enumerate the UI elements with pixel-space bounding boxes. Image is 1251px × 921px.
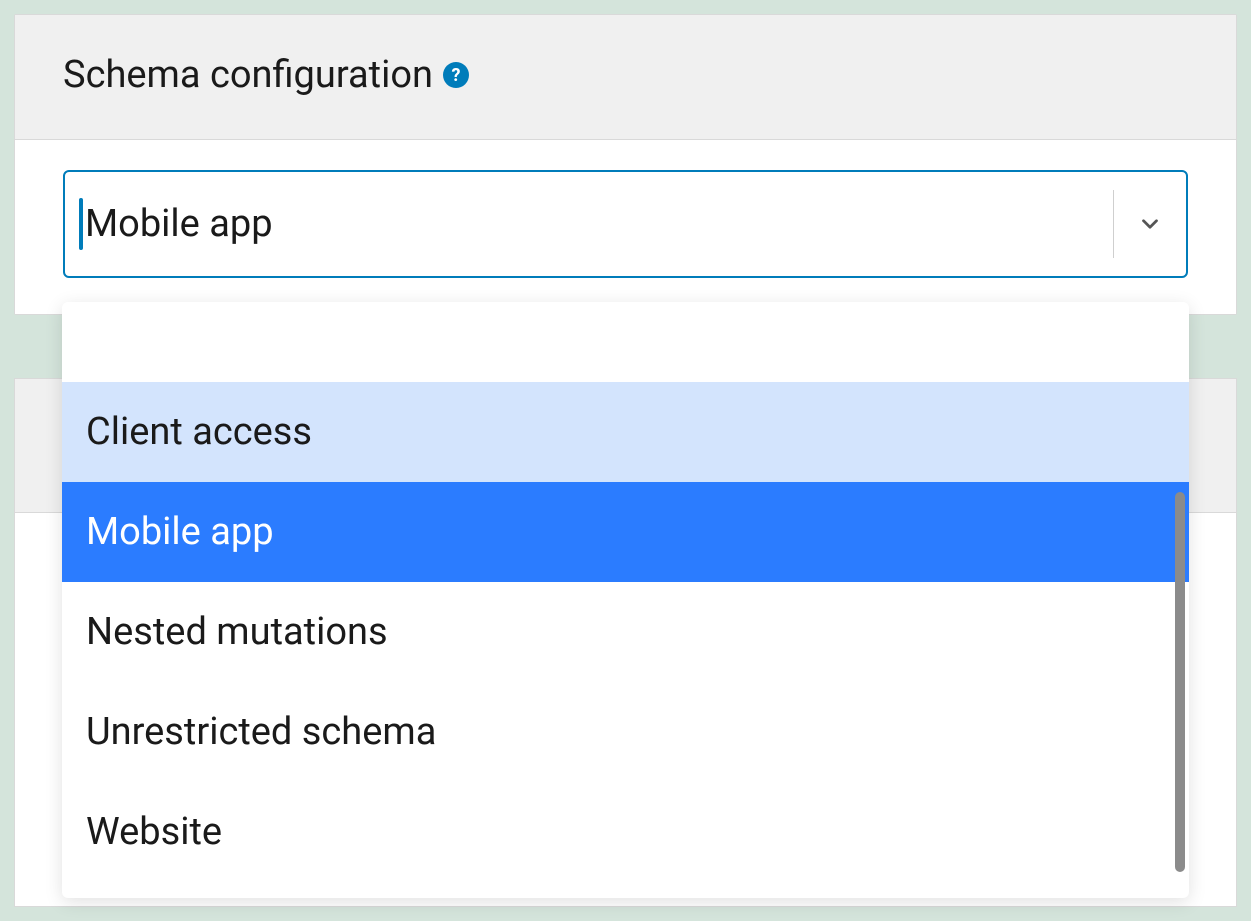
option-website[interactable]: Website: [62, 782, 1189, 882]
option-label: Nested mutations: [86, 610, 388, 654]
panel-title-text: Schema configuration: [63, 53, 433, 97]
option-label: Website: [86, 810, 222, 854]
option-mobile-app[interactable]: Mobile app: [62, 482, 1189, 582]
select-dropdown[interactable]: ❌ None Client access Mobile app Nested mut…: [62, 302, 1189, 898]
select-toggle[interactable]: [1114, 172, 1186, 276]
option-label: Client access: [86, 410, 312, 454]
scrollbar-thumb[interactable]: [1175, 492, 1185, 872]
panel-header: Schema configuration ?: [15, 15, 1236, 140]
option-none-peek[interactable]: ❌ None: [62, 312, 1189, 382]
panel-body: Mobile app: [15, 140, 1236, 314]
schema-select[interactable]: Mobile app: [63, 170, 1188, 278]
panel-title: Schema configuration ?: [63, 53, 469, 97]
option-label: Mobile app: [86, 510, 274, 554]
select-value-area[interactable]: Mobile app: [65, 172, 1113, 276]
option-label: None: [119, 312, 209, 320]
dropdown-scroll[interactable]: ❌ None Client access Mobile app Nested mut…: [62, 312, 1189, 882]
help-icon[interactable]: ?: [443, 62, 469, 88]
select-value-text: Mobile app: [85, 202, 273, 246]
option-unrestricted-schema[interactable]: Unrestricted schema: [62, 682, 1189, 782]
option-label: Unrestricted schema: [86, 710, 436, 754]
schema-config-panel: Schema configuration ? Mobile app: [14, 14, 1237, 315]
option-client-access[interactable]: Client access: [62, 382, 1189, 482]
option-nested-mutations[interactable]: Nested mutations: [62, 582, 1189, 682]
text-cursor: [79, 198, 83, 250]
chevron-down-icon: [1137, 211, 1163, 237]
